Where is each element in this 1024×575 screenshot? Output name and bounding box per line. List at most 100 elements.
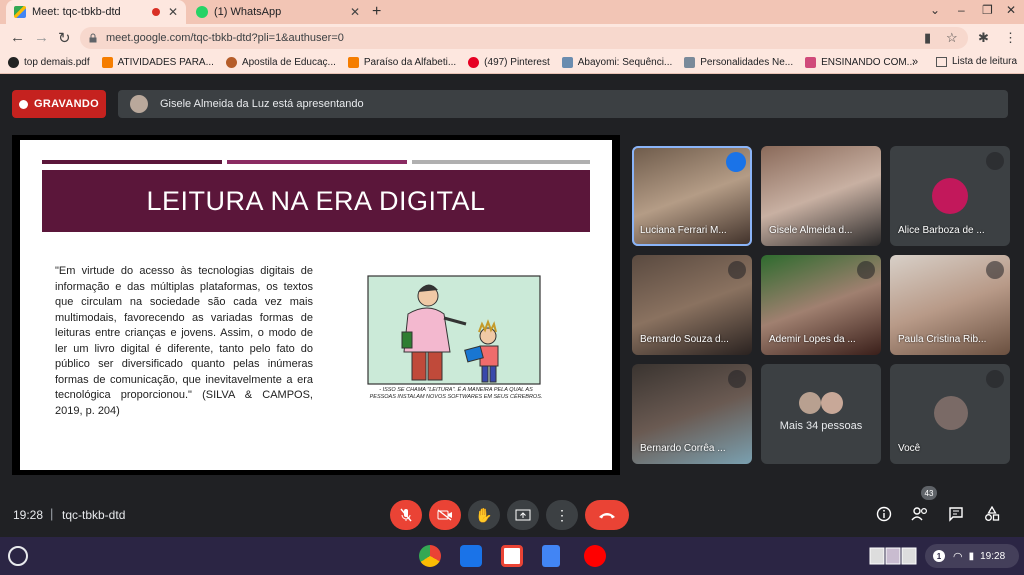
presenter-text: Gisele Almeida da Luz está apresentando — [160, 98, 364, 110]
camera-toggle-button[interactable] — [429, 500, 461, 530]
mic-off-icon — [728, 370, 746, 388]
files-icon[interactable] — [460, 545, 482, 567]
leave-call-button[interactable] — [585, 500, 629, 530]
reading-list-button[interactable]: Lista de leitura — [936, 56, 1017, 67]
tab-search-icon[interactable]: ⌄ — [930, 3, 940, 17]
chat-icon — [949, 507, 963, 522]
meet-icon — [14, 6, 26, 18]
close-tab-icon[interactable]: ✕ — [350, 5, 360, 19]
record-icon — [19, 99, 29, 109]
mic-off-icon — [986, 370, 1004, 388]
participant-name: Ademir Lopes da ... — [769, 334, 856, 345]
participant-tile[interactable]: Alice Barboza de ... — [890, 146, 1010, 246]
bookmark-item[interactable]: (497) Pinterest — [468, 57, 550, 68]
close-tab-icon[interactable]: ✕ — [168, 5, 178, 19]
close-window-icon[interactable]: ✕ — [1006, 3, 1016, 17]
bookmark-item[interactable]: Paraíso da Alfabeti... — [347, 57, 456, 68]
menu-icon[interactable]: ⋮ — [1004, 30, 1017, 46]
new-tab-icon[interactable]: + — [372, 3, 381, 21]
presentation-slide: LEITURA NA ERA DIGITAL "Em virtude do ac… — [20, 140, 612, 470]
back-icon[interactable]: ← — [10, 29, 25, 46]
wifi-icon: ◠ — [953, 550, 963, 563]
hang-up-icon — [599, 513, 615, 519]
minimize-icon[interactable]: – — [958, 3, 965, 17]
reload-icon[interactable]: ↻ — [58, 29, 71, 47]
lock-icon — [89, 33, 97, 43]
others-tile[interactable]: Mais 34 pessoas — [761, 364, 881, 464]
chat-button[interactable] — [945, 503, 967, 525]
cartoon-illustration — [367, 275, 541, 385]
gmail-icon[interactable] — [501, 545, 523, 567]
presenting-banner: Gisele Almeida da Luz está apresentando — [118, 90, 1008, 118]
participant-tile[interactable]: Bernardo Corrêa ... — [632, 364, 752, 464]
participant-name: Bernardo Souza d... — [640, 334, 729, 345]
tab-whatsapp[interactable]: (1) WhatsApp ✕ — [188, 0, 368, 24]
more-options-button[interactable]: ⋮ — [546, 500, 578, 530]
bookmark-item[interactable]: ENSINANDO COM... — [805, 57, 915, 68]
toolbar: ← → ↻ meet.google.com/tqc-tbkb-dtd?pli=1… — [0, 24, 1024, 52]
docs-icon[interactable] — [542, 545, 560, 567]
bookmark-item[interactable]: ATIVIDADES PARA... — [101, 57, 214, 68]
activities-button[interactable] — [981, 503, 1003, 525]
url-text: meet.google.com/tqc-tbkb-dtd?pli=1&authu… — [106, 32, 344, 44]
more-vert-icon: ⋮ — [555, 506, 569, 523]
accent-bar — [227, 160, 407, 164]
participant-name: Gisele Almeida d... — [769, 225, 853, 236]
bookmark-item[interactable]: Personalidades Ne... — [684, 57, 793, 68]
camera-in-use-icon[interactable]: ▮ — [924, 30, 931, 46]
status-tray[interactable]: 1 ◠ ▮ 19:28 — [925, 544, 1019, 568]
slide-title: LEITURA NA ERA DIGITAL — [42, 170, 590, 232]
bookmarks-overflow-icon[interactable]: » — [912, 56, 918, 68]
tab-title: Meet: tqc-tbkb-dtd — [32, 6, 121, 18]
participant-tile[interactable]: Paula Cristina Rib... — [890, 255, 1010, 355]
participant-name: Alice Barboza de ... — [898, 225, 985, 236]
chrome-icon[interactable] — [419, 545, 441, 567]
notification-count: 1 — [933, 550, 945, 562]
bookmark-item[interactable]: Apostila de Educaç... — [225, 57, 336, 68]
blogger-icon — [347, 57, 359, 68]
avatar — [932, 178, 968, 214]
participant-tile[interactable]: Luciana Ferrari M... — [632, 146, 752, 246]
participant-tile[interactable]: Bernardo Souza d... — [632, 255, 752, 355]
activities-icon — [985, 506, 1000, 521]
present-button[interactable] — [507, 500, 539, 530]
meeting-time: 19:28 — [13, 508, 44, 522]
extensions-icon[interactable]: ✱ — [978, 30, 989, 46]
meeting-details-button[interactable] — [873, 503, 895, 525]
speaking-indicator-icon — [726, 152, 746, 172]
participant-name: Luciana Ferrari M... — [640, 225, 727, 236]
bookmarks-bar: top demais.pdf ATIVIDADES PARA... Aposti… — [0, 52, 1024, 74]
os-shelf: 1 ◠ ▮ 19:28 — [0, 537, 1024, 575]
avatar — [934, 396, 968, 430]
restore-icon[interactable]: ❐ — [982, 3, 993, 17]
forward-icon[interactable]: → — [34, 29, 49, 46]
bookmark-item[interactable]: Abayomi: Sequênci... — [561, 57, 672, 68]
bookmark-item[interactable]: top demais.pdf — [8, 57, 90, 68]
bookmark-star-icon[interactable]: ☆ — [946, 30, 958, 46]
shared-screen: LEITURA NA ERA DIGITAL "Em virtude do ac… — [12, 135, 620, 475]
participant-tile[interactable]: Gisele Almeida d... — [761, 146, 881, 246]
battery-icon: ▮ — [968, 550, 975, 562]
slide-accent-bars — [42, 160, 590, 164]
meeting-code: tqc-tbkb-dtd — [62, 508, 126, 522]
participant-name: Paula Cristina Rib... — [898, 334, 987, 345]
participant-tile[interactable]: Ademir Lopes da ... — [761, 255, 881, 355]
info-icon — [876, 506, 892, 522]
mic-off-icon — [986, 152, 1004, 170]
recording-indicator[interactable]: GRAVANDO — [12, 90, 106, 118]
tab-meet[interactable]: Meet: tqc-tbkb-dtd ✕ — [6, 0, 186, 24]
owl-icon — [225, 57, 237, 68]
address-bar[interactable]: meet.google.com/tqc-tbkb-dtd?pli=1&authu… — [80, 27, 968, 49]
meeting-controls-bar: 19:28 | tqc-tbkb-dtd ✋ ⋮ — [0, 493, 1024, 537]
people-button[interactable] — [909, 503, 931, 525]
mic-toggle-button[interactable] — [390, 500, 422, 530]
raise-hand-button[interactable]: ✋ — [468, 500, 500, 530]
accent-bar — [42, 160, 222, 164]
whatsapp-icon — [196, 6, 208, 18]
launcher-icon[interactable] — [8, 546, 28, 566]
self-tile[interactable]: Você — [890, 364, 1010, 464]
youtube-icon[interactable] — [584, 545, 606, 567]
mic-off-icon — [400, 508, 412, 522]
holding-space-icon[interactable] — [869, 546, 917, 566]
blogger-icon — [101, 57, 113, 68]
